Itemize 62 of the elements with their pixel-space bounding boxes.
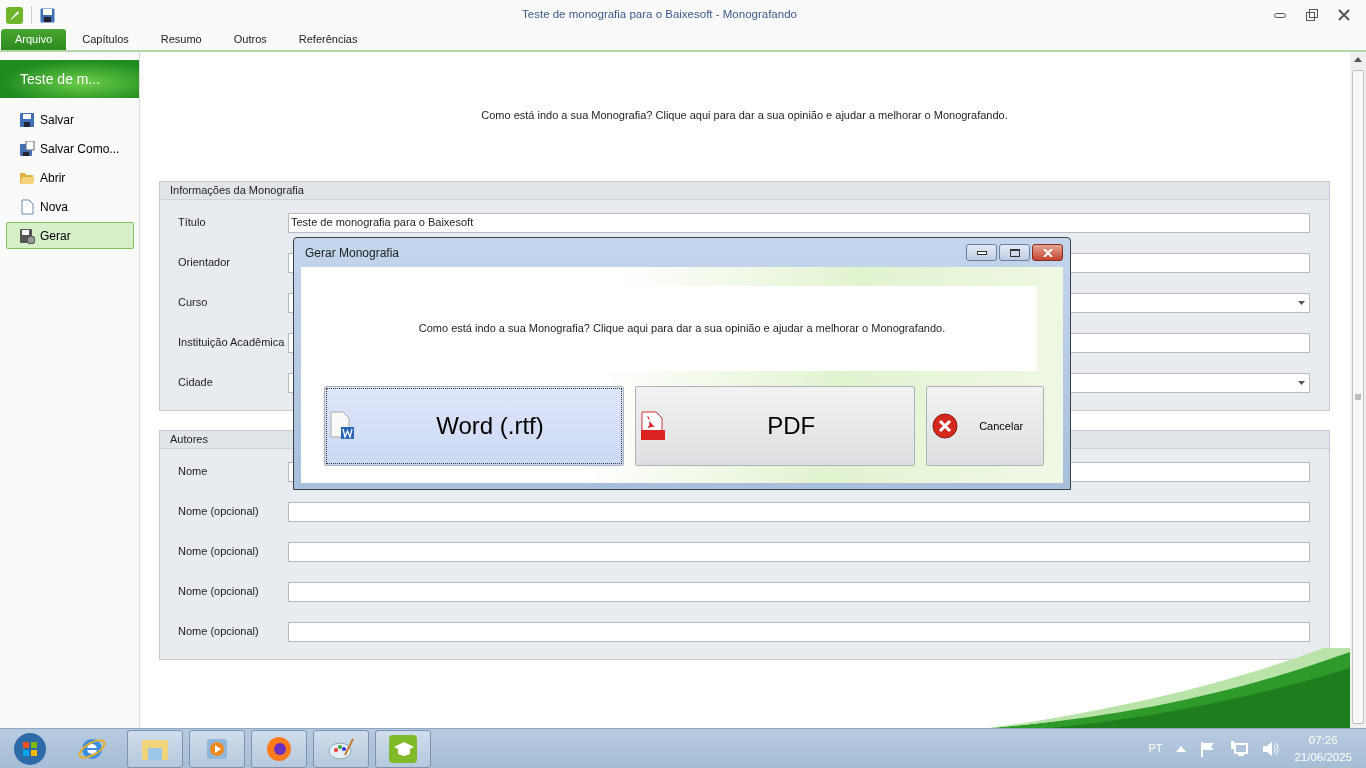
- text-field[interactable]: [288, 541, 1310, 562]
- flag-icon[interactable]: [1200, 740, 1217, 757]
- save-icon: [19, 111, 35, 128]
- text-field[interactable]: [288, 581, 1310, 602]
- generate-icon: [19, 227, 35, 244]
- tab[interactable]: Arquivo: [1, 29, 67, 50]
- sidebar-item[interactable]: Salvar Como...: [6, 135, 134, 162]
- sidebar-item[interactable]: Salvar: [6, 106, 134, 133]
- export-button[interactable]: PDF: [634, 386, 916, 466]
- cancel-button[interactable]: Cancelar: [926, 386, 1044, 466]
- restore-icon: [1306, 9, 1318, 21]
- folder-icon[interactable]: [127, 729, 183, 768]
- paint-palette-icon[interactable]: [313, 729, 369, 768]
- app-logo-icon[interactable]: [6, 6, 23, 24]
- save-icon[interactable]: [40, 7, 55, 23]
- error-x-icon: [931, 411, 960, 441]
- graduation-cap-icon[interactable]: [375, 729, 431, 768]
- document-icon: [19, 198, 35, 215]
- maximize-button[interactable]: [999, 244, 1030, 261]
- field-label: Nome: [178, 464, 209, 480]
- maximize-icon: [1009, 248, 1020, 257]
- minimize-icon: [976, 250, 987, 255]
- group-title: Informações da Monografia: [160, 181, 1329, 200]
- tab[interactable]: Referências: [282, 29, 374, 50]
- text-field[interactable]: Teste de monografia para o Baixesoft: [288, 212, 1310, 233]
- field-label: Cidade: [178, 375, 214, 391]
- close-icon: [1042, 248, 1053, 257]
- sidebar-item[interactable]: Gerar: [6, 222, 134, 249]
- sidebar-item[interactable]: Nova: [6, 193, 134, 220]
- minimize-button[interactable]: [966, 244, 997, 261]
- sidebar-item[interactable]: Abrir: [6, 164, 134, 191]
- save-as-icon: [19, 140, 35, 157]
- tab[interactable]: Outros: [217, 29, 283, 50]
- close-icon: [1338, 9, 1350, 21]
- close-button[interactable]: [1032, 244, 1063, 261]
- field-label: Nome (opcional): [178, 544, 260, 560]
- field-label: Nome (opcional): [178, 624, 260, 640]
- tab[interactable]: Resumo: [144, 29, 218, 50]
- field-label: Instituição Acadêmica: [178, 335, 286, 351]
- window-title: Teste de monografia para o Baixesoft - Monografando: [521, 7, 798, 23]
- text-field[interactable]: [288, 621, 1310, 642]
- word-document-icon: [329, 411, 357, 441]
- field-label: Nome (opcional): [178, 584, 260, 600]
- tab[interactable]: Capítulos: [66, 29, 145, 50]
- firefox-icon[interactable]: [251, 729, 307, 768]
- export-button[interactable]: Word (.rtf): [324, 386, 624, 466]
- feedback-link[interactable]: Como está indo a sua Monografia? Clique aqui para dar a sua opinião e ajudar a melhorar o Monografando.: [481, 109, 1008, 121]
- dialog-title: Gerar Monografia: [305, 244, 400, 262]
- network-icon[interactable]: [1230, 740, 1249, 757]
- field-label: Curso: [178, 295, 209, 311]
- field-label: Nome (opcional): [178, 504, 260, 520]
- minimize-icon: [1274, 12, 1286, 18]
- field-label: Orientador: [178, 255, 231, 271]
- volume-icon[interactable]: [1262, 740, 1281, 757]
- field-label: Título: [178, 215, 207, 231]
- dropdown-arrow-icon: [1298, 300, 1305, 305]
- feedback-link[interactable]: Como está indo a sua Monografia? Clique aqui para dar a sua opinião e ajudar a melhorar o Monografando.: [418, 320, 946, 337]
- media-player-icon[interactable]: [189, 729, 245, 768]
- show-hidden-icon[interactable]: [1176, 745, 1187, 752]
- dropdown-arrow-icon: [1298, 380, 1305, 385]
- text-field[interactable]: [288, 501, 1310, 522]
- pdf-document-icon: [639, 411, 668, 441]
